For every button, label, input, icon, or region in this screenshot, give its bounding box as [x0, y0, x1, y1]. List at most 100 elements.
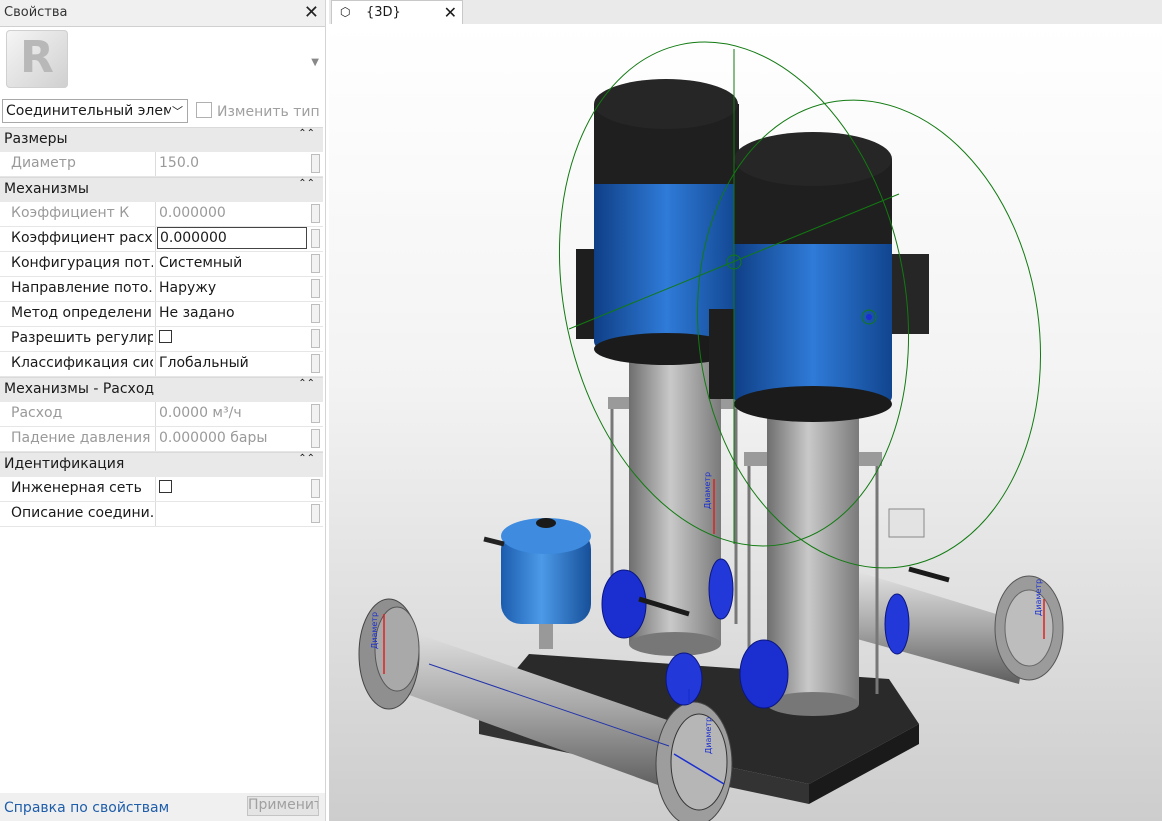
group-header[interactable]: Механизмы - Расход ⌃⌃	[0, 377, 323, 402]
property-row[interactable]: Метод определени... Не задано	[0, 302, 323, 327]
property-value[interactable]: Системный	[159, 255, 307, 271]
view-area: ⬡ {3D} ✕ Диаметр Диаметр Диаметр Диаметр	[329, 0, 1162, 821]
property-row[interactable]: Описание соедини...	[0, 502, 323, 527]
properties-grid: Размеры ⌃⌃ Диаметр 150.0 Механизмы ⌃⌃ Коэффици…	[0, 127, 323, 527]
property-scroll-handle[interactable]	[311, 504, 320, 523]
property-scroll-handle[interactable]	[311, 429, 320, 448]
edit-type-icon	[196, 102, 212, 118]
property-row[interactable]: Направление пото... Наружу	[0, 277, 323, 302]
selector-row: Соединительный элеме ﹀ Изменить тип	[0, 97, 325, 127]
property-name: Направление пото...	[11, 280, 153, 296]
right-header-pipe	[839, 569, 1064, 684]
property-value[interactable]	[159, 480, 307, 497]
property-name: Метод определени...	[11, 305, 153, 321]
property-row[interactable]: Расход 0.0000 м³/ч	[0, 402, 323, 427]
3d-viewport[interactable]: Диаметр Диаметр Диаметр Диаметр	[329, 24, 1162, 821]
property-name: Коэффициент К	[11, 205, 130, 221]
revit-logo-icon: R	[6, 30, 68, 88]
property-row[interactable]: Разрешить регулир...	[0, 327, 323, 352]
collapse-icon[interactable]: ⌃⌃	[298, 128, 315, 139]
collapse-icon[interactable]: ⌃⌃	[298, 453, 315, 464]
group-label: Механизмы	[4, 181, 89, 197]
diameter-label-4: Диаметр	[704, 717, 713, 754]
property-scroll-handle[interactable]	[311, 204, 320, 223]
column-separator	[155, 402, 156, 426]
property-scroll-handle[interactable]	[311, 154, 320, 173]
column-separator	[155, 427, 156, 451]
property-row[interactable]: Падение давления 0.000000 бары	[0, 427, 323, 452]
property-name: Классификация сис...	[11, 355, 153, 371]
property-name: Инженерная сеть	[11, 480, 142, 496]
property-scroll-handle[interactable]	[311, 279, 320, 298]
diameter-label-1: Диаметр	[703, 472, 712, 509]
group-label: Идентификация	[4, 456, 125, 472]
property-row[interactable]: Диаметр 150.0	[0, 152, 323, 177]
chevron-down-icon: ﹀	[172, 105, 183, 118]
property-value[interactable]: Глобальный	[159, 355, 307, 371]
column-separator	[155, 202, 156, 226]
property-name: Коэффициент расх...	[11, 230, 153, 246]
collapse-icon[interactable]: ⌃⌃	[298, 178, 315, 189]
pump-station-model[interactable]: Диаметр Диаметр Диаметр Диаметр	[329, 24, 1162, 821]
group-label: Механизмы - Расход	[4, 381, 155, 397]
checkbox[interactable]	[159, 480, 172, 493]
property-scroll-handle[interactable]	[311, 229, 320, 248]
property-value: 150.0	[159, 155, 200, 171]
edit-type-label: Изменить тип	[217, 104, 320, 120]
collapse-icon[interactable]: ⌃⌃	[298, 378, 315, 389]
group-header[interactable]: Механизмы ⌃⌃	[0, 177, 323, 202]
property-value[interactable]: 0.000000	[157, 227, 307, 249]
column-separator	[155, 352, 156, 376]
property-scroll-handle[interactable]	[311, 404, 320, 423]
property-row[interactable]: Конфигурация пот... Системный	[0, 252, 323, 277]
expansion-tank[interactable]	[483, 518, 591, 649]
close-panel-icon[interactable]: ✕	[304, 2, 319, 23]
property-name: Описание соедини...	[11, 505, 153, 521]
connector-point-icon[interactable]	[866, 314, 872, 320]
column-separator	[155, 252, 156, 276]
type-dropdown-arrow-icon[interactable]: ▼	[311, 57, 319, 68]
properties-title: Свойства	[4, 5, 68, 20]
property-scroll-handle[interactable]	[311, 304, 320, 323]
property-scroll-handle[interactable]	[311, 254, 320, 273]
property-value: 0.000000	[159, 205, 226, 221]
property-value: 0.0000 м³/ч	[159, 405, 242, 421]
diameter-label-2: Диаметр	[370, 612, 379, 649]
column-separator	[155, 302, 156, 326]
element-filter-select[interactable]: Соединительный элеме ﹀	[2, 99, 188, 123]
tab-3d-label: {3D}	[366, 5, 401, 20]
property-scroll-handle[interactable]	[311, 479, 320, 498]
group-header[interactable]: Идентификация ⌃⌃	[0, 452, 323, 477]
properties-title-bar: Свойства ✕	[0, 0, 325, 27]
property-row[interactable]: Коэффициент К 0.000000	[0, 202, 323, 227]
property-value[interactable]: Наружу	[159, 280, 307, 296]
property-name: Падение давления	[11, 430, 151, 446]
column-separator	[155, 477, 156, 501]
property-help-link[interactable]: Справка по свойствам	[4, 800, 169, 816]
property-value[interactable]: Не задано	[159, 305, 307, 321]
column-separator	[155, 502, 156, 526]
cube-icon: ⬡	[340, 5, 351, 19]
checkbox[interactable]	[159, 330, 172, 343]
type-image-area[interactable]: R ▼	[0, 27, 325, 95]
close-tab-icon[interactable]: ✕	[444, 3, 457, 22]
column-separator	[155, 277, 156, 301]
property-value[interactable]	[159, 330, 307, 347]
tab-3d[interactable]: ⬡ {3D} ✕	[331, 0, 463, 24]
property-scroll-handle[interactable]	[311, 354, 320, 373]
property-row[interactable]: Классификация сис... Глобальный	[0, 352, 323, 377]
group-label: Размеры	[4, 131, 68, 147]
property-name: Разрешить регулир...	[11, 330, 153, 346]
properties-panel: Свойства ✕ R ▼ Соединительный элеме ﹀ Из…	[0, 0, 326, 821]
edit-type-button[interactable]: Изменить тип	[196, 102, 320, 120]
column-separator	[155, 152, 156, 176]
group-header[interactable]: Размеры ⌃⌃	[0, 127, 323, 152]
panel-footer: Справка по свойствам Применить	[0, 793, 325, 821]
property-value: 0.000000 бары	[159, 430, 268, 446]
apply-button[interactable]: Применить	[247, 796, 319, 816]
property-name: Расход	[11, 405, 63, 421]
property-row[interactable]: Коэффициент расх... 0.000000	[0, 227, 323, 252]
element-filter-value: Соединительный элеме	[6, 103, 171, 119]
property-scroll-handle[interactable]	[311, 329, 320, 348]
property-row[interactable]: Инженерная сеть	[0, 477, 323, 502]
